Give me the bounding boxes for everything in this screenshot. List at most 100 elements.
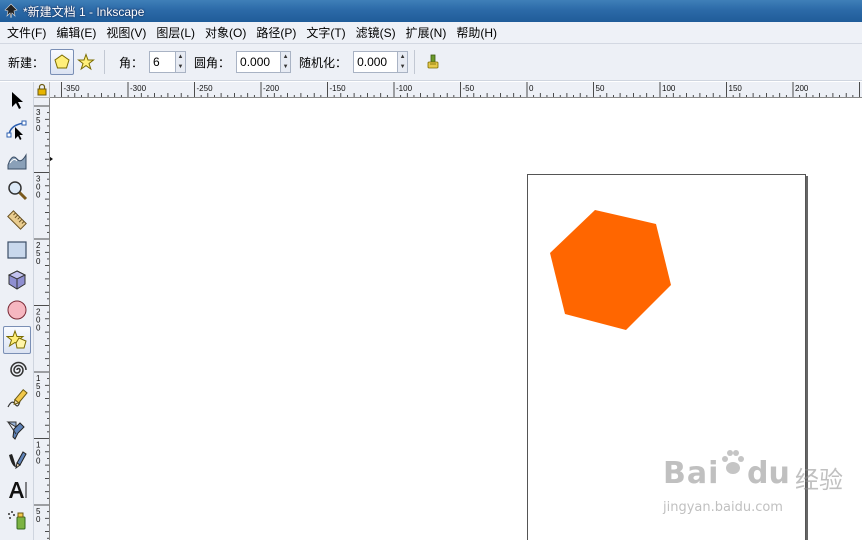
menu-path[interactable]: 路径(P) bbox=[251, 24, 301, 41]
pen-tool[interactable] bbox=[3, 416, 31, 444]
tool-controls-bar: 新建： 角： ▲▼ 圆角： ▲▼ 随机化： ▲▼ bbox=[0, 44, 862, 81]
measure-tool[interactable] bbox=[3, 206, 31, 234]
menu-text[interactable]: 文字(T) bbox=[301, 24, 350, 41]
ruler-label: 0 bbox=[36, 457, 41, 466]
reset-defaults-button[interactable] bbox=[421, 49, 445, 75]
menu-edit[interactable]: 编辑(E) bbox=[51, 24, 101, 41]
calligraphy-icon bbox=[9, 451, 27, 470]
corners-input[interactable] bbox=[149, 51, 177, 73]
pencil-tool[interactable] bbox=[3, 386, 31, 414]
inkscape-logo-icon bbox=[4, 3, 18, 19]
ruler-label: 0 bbox=[36, 390, 41, 399]
ruler-icon bbox=[7, 210, 27, 230]
horizontal-ruler-ticks: -350 -300 -250 -200 -150 -100 -50 0 50 100 150 200 bbox=[54, 82, 860, 97]
circle-icon bbox=[7, 300, 27, 320]
separator bbox=[104, 50, 106, 74]
rounded-label: 圆角： bbox=[194, 55, 231, 70]
text-tool[interactable] bbox=[3, 476, 31, 504]
arrow-icon bbox=[12, 92, 23, 109]
rounded-stepper[interactable]: ▲ ▼ bbox=[281, 51, 292, 73]
spiral-tool[interactable] bbox=[3, 356, 31, 384]
ruler-label: 0 bbox=[36, 324, 41, 333]
polygon-icon bbox=[54, 54, 70, 69]
down-arrow-icon[interactable]: ▼ bbox=[398, 62, 407, 72]
rectangle-icon bbox=[7, 241, 27, 259]
canvas-shapes bbox=[550, 210, 671, 330]
selector-tool[interactable] bbox=[3, 86, 31, 114]
magnifier-icon bbox=[8, 181, 28, 201]
toolbox bbox=[0, 82, 34, 540]
polygon-mode-button[interactable] bbox=[50, 49, 75, 75]
tweak-icon bbox=[7, 153, 27, 170]
star-mode-button[interactable] bbox=[74, 49, 98, 75]
star-icon bbox=[6, 329, 27, 349]
broom-icon bbox=[427, 54, 439, 69]
up-arrow-icon[interactable]: ▲ bbox=[176, 52, 185, 62]
horizontal-ruler[interactable]: -350 -300 -250 -200 -150 -100 -50 0 50 100 150 200 bbox=[50, 82, 862, 98]
pen-icon bbox=[6, 421, 25, 440]
menu-view[interactable]: 视图(V) bbox=[101, 24, 151, 41]
vertical-ruler-ticks: 35030025020015010050 bbox=[34, 105, 49, 539]
window-title: *新建文档 1 - Inkscape bbox=[23, 4, 145, 19]
menu-object[interactable]: 对象(O) bbox=[200, 24, 251, 41]
ruler-corner[interactable] bbox=[34, 82, 50, 98]
corners-stepper[interactable]: ▲ ▼ bbox=[176, 51, 187, 73]
ruler-label: -300 bbox=[130, 84, 147, 93]
vertical-ruler[interactable]: 35030025020015010050 bbox=[34, 98, 50, 540]
ruler-label: 100 bbox=[662, 84, 676, 93]
menu-filters[interactable]: 滤镜(S) bbox=[351, 24, 401, 41]
ruler-label: 0 bbox=[36, 257, 41, 266]
menu-bar: 文件(F) 编辑(E) 视图(V) 图层(L) 对象(O) 路径(P) 文字(T… bbox=[0, 22, 862, 44]
calligraphy-tool[interactable] bbox=[3, 446, 31, 474]
up-arrow-icon[interactable]: ▲ bbox=[281, 52, 290, 62]
randomized-input[interactable] bbox=[353, 51, 399, 73]
spray-icon bbox=[8, 511, 26, 530]
ruler-label: 50 bbox=[596, 84, 605, 93]
menu-help[interactable]: 帮助(H) bbox=[451, 24, 502, 41]
pencil-icon bbox=[7, 389, 28, 408]
up-arrow-icon[interactable]: ▲ bbox=[398, 52, 407, 62]
ruler-label: 0 bbox=[36, 191, 41, 200]
ruler-label: -350 bbox=[64, 84, 81, 93]
tweak-tool[interactable] bbox=[3, 146, 31, 174]
randomized-spinbox: ▲▼ bbox=[353, 51, 409, 73]
box-icon bbox=[7, 270, 27, 290]
corners-label: 角： bbox=[119, 55, 144, 70]
menu-extensions[interactable]: 扩展(N) bbox=[401, 24, 452, 41]
hexagon-shape[interactable] bbox=[550, 210, 671, 330]
ruler-label: -50 bbox=[463, 84, 475, 93]
menu-file[interactable]: 文件(F) bbox=[2, 24, 51, 41]
new-label: 新建： bbox=[8, 55, 45, 70]
node-tool[interactable] bbox=[3, 116, 31, 144]
drawing-canvas[interactable] bbox=[50, 98, 862, 540]
rounded-input[interactable] bbox=[236, 51, 282, 73]
node-icon bbox=[6, 120, 27, 140]
text-icon bbox=[9, 482, 27, 498]
zoom-tool[interactable] bbox=[3, 176, 31, 204]
ruler-label: 0 bbox=[36, 124, 41, 133]
3d-box-tool[interactable] bbox=[3, 266, 31, 294]
down-arrow-icon[interactable]: ▼ bbox=[281, 62, 290, 72]
ruler-label: -250 bbox=[197, 84, 214, 93]
ruler-label: 0 bbox=[529, 84, 534, 93]
randomized-label: 随机化： bbox=[299, 55, 348, 70]
ruler-label: 150 bbox=[729, 84, 743, 93]
ruler-label: -100 bbox=[396, 84, 413, 93]
star-icon bbox=[77, 53, 95, 71]
star-tool[interactable] bbox=[3, 326, 31, 354]
ruler-label: 0 bbox=[36, 515, 41, 524]
menu-layer[interactable]: 图层(L) bbox=[151, 24, 200, 41]
rounded-spinbox: ▲▼ bbox=[236, 51, 292, 73]
title-bar: *新建文档 1 - Inkscape bbox=[0, 0, 862, 22]
spiral-icon bbox=[10, 361, 27, 377]
separator bbox=[414, 50, 416, 74]
ruler-label: -200 bbox=[263, 84, 280, 93]
rectangle-tool[interactable] bbox=[3, 236, 31, 264]
ellipse-tool[interactable] bbox=[3, 296, 31, 324]
ruler-label: -150 bbox=[330, 84, 347, 93]
randomized-stepper[interactable]: ▲ ▼ bbox=[398, 51, 409, 73]
spray-tool[interactable] bbox=[3, 506, 31, 534]
ruler-label: 200 bbox=[795, 84, 809, 93]
lock-icon bbox=[37, 83, 47, 96]
down-arrow-icon[interactable]: ▼ bbox=[176, 62, 185, 72]
